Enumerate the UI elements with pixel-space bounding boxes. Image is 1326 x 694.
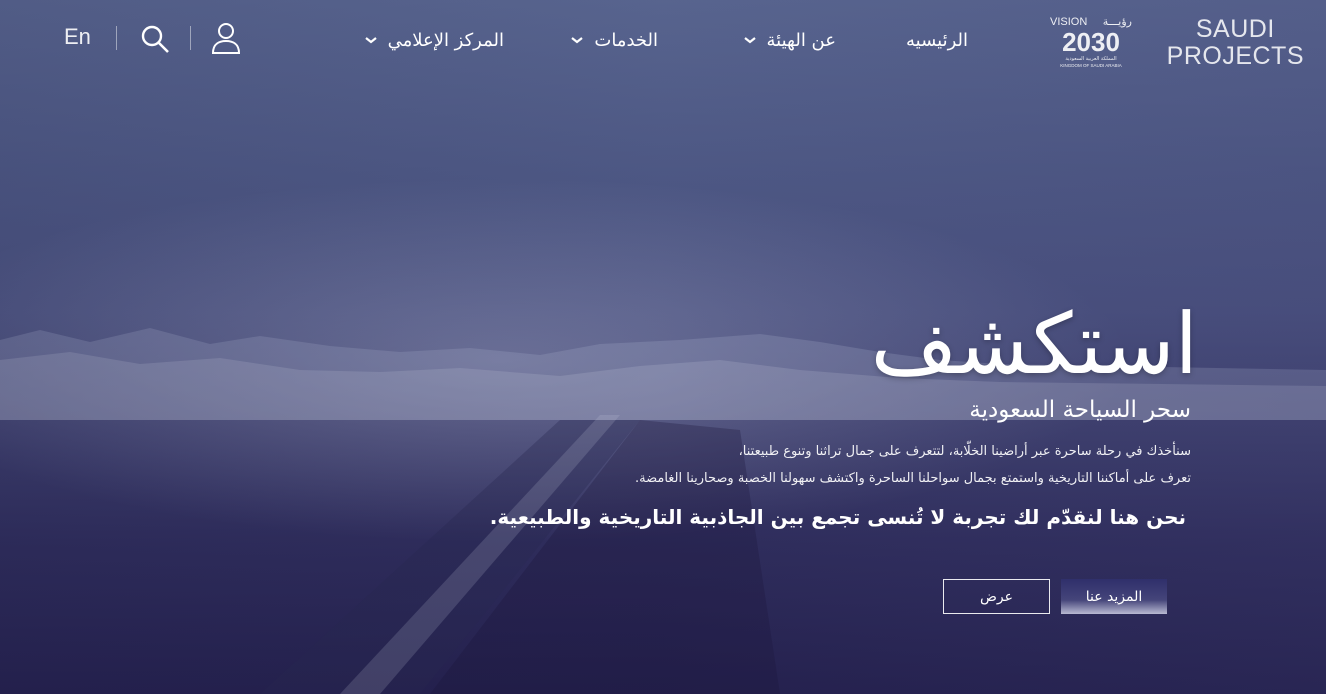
nav-item-home[interactable]: الرئيسيه [906, 26, 968, 54]
chevron-down-icon [364, 37, 377, 44]
vision-subtitle-en: KINGDOM OF SAUDI ARABIA [1060, 63, 1122, 68]
nav-item-media-center-label: المركز الإعلامي [387, 29, 504, 51]
chevron-down-icon [743, 37, 756, 44]
nav-item-about-label: عن الهيئة [766, 29, 836, 51]
nav-item-services-label: الخدمات [594, 29, 658, 51]
language-switch[interactable]: En [64, 24, 91, 50]
vision-2030-logo: VISION رؤيـــة 2030 المملكة العربية السع… [1050, 15, 1132, 68]
hero-title: استكشف [870, 295, 1198, 393]
vision-subtitle-ar: المملكة العربية السعودية [1065, 56, 1116, 62]
user-icon[interactable] [209, 20, 243, 56]
brand-line-2: PROJECTS [1166, 42, 1304, 70]
hero-subtitle: سحر السياحة السعودية [969, 397, 1191, 423]
about-us-button[interactable]: المزيد عنا [1061, 579, 1167, 614]
nav-item-media-center[interactable]: المركز الإعلامي [364, 26, 504, 54]
brand-line-1: SAUDI [1195, 15, 1275, 43]
header-divider [190, 26, 191, 50]
search-icon[interactable] [138, 20, 172, 56]
nav-item-home-label: الرئيسيه [906, 29, 968, 51]
nav-item-services[interactable]: الخدمات [570, 26, 658, 54]
hero-paragraph-line-2: تعرف على أماكننا التاريخية واستمتع بجمال… [634, 471, 1191, 486]
site-header: SAUDI PROJECTS VISION رؤيـــة 2030 الممل… [0, 0, 1326, 80]
hero-paragraph-line-1: سنأخذك في رحلة ساحرة عبر أراضينا الخلّاب… [738, 444, 1191, 459]
brand-logo[interactable]: SAUDI PROJECTS [1167, 16, 1304, 70]
chevron-down-icon [571, 37, 584, 44]
header-divider [116, 26, 117, 50]
hero-lead-text: نحن هنا لنقدّم لك تجربة لا تُنسى تجمع بي… [489, 505, 1186, 529]
vision-year: 2030 [1062, 27, 1120, 57]
view-button[interactable]: عرض [943, 579, 1050, 614]
nav-item-about[interactable]: عن الهيئة [743, 26, 836, 54]
